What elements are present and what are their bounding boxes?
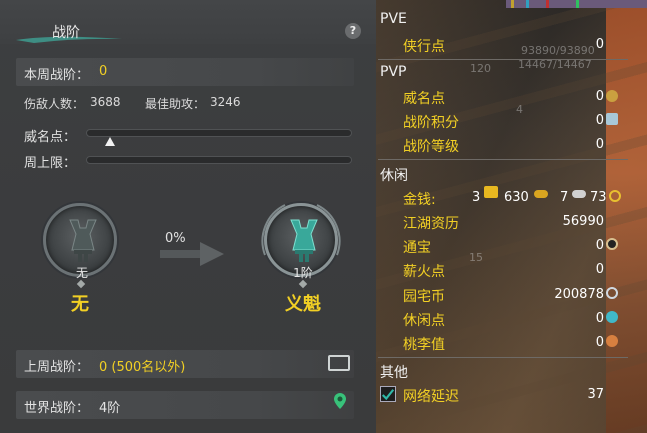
house-coin-icon: [606, 287, 618, 299]
coin-icon: [609, 190, 621, 202]
current-rank-caption: 无: [75, 266, 88, 280]
weekly-cap-label: 周上限：: [24, 156, 77, 171]
leisure-item-value: 0: [595, 262, 604, 277]
prestige-progress-track: [86, 129, 352, 137]
pvp-item-value: 0: [595, 113, 604, 128]
progress-arrow-icon: [160, 242, 224, 266]
leisure-item-label: 休闲点: [403, 313, 445, 329]
prestige-label: 威名点：: [24, 130, 77, 145]
pve-section-title: PVE: [380, 11, 407, 27]
pvp-item-label: 战阶等级: [403, 139, 459, 155]
leisure-item-value: 0: [595, 238, 604, 253]
reward-chest-icon[interactable]: [328, 355, 350, 371]
leisure-item-value: 0: [595, 311, 604, 326]
latency-value: 37: [587, 387, 604, 402]
leisure-section-title: 休闲: [380, 168, 408, 184]
kills-value: 3688: [90, 95, 121, 109]
pve-item-value: 0: [595, 37, 604, 52]
map-pin-icon[interactable]: [334, 393, 346, 409]
weekly-cap-progress-track: [86, 156, 352, 164]
prestige-currency-icon: [606, 90, 618, 102]
prestige-progress-marker: [104, 137, 115, 146]
pvp-item-label: 战阶积分: [403, 115, 459, 131]
section-divider: [378, 357, 628, 358]
rank-panel: 战阶 ? 本周战阶： 0 伤敌人数： 3688 最佳助攻： 3246 威名点： …: [0, 0, 376, 433]
panel-title: 战阶: [52, 25, 80, 41]
panel-header: 战阶 ?: [0, 0, 376, 44]
money-silver-value: 630: [504, 190, 529, 205]
leisure-item-value: 0: [595, 335, 604, 350]
pvp-item-label: 威名点: [403, 91, 445, 107]
best-assist-value: 3246: [210, 95, 241, 109]
checkmark-icon: [381, 389, 395, 401]
leisure-item-label: 桃李值: [403, 337, 445, 353]
leisure-point-icon: [606, 311, 618, 323]
leisure-item-value: 56990: [562, 214, 604, 229]
rank-score-icon: [606, 113, 618, 125]
last-week-rank-value: 0 (500名以外): [99, 360, 186, 375]
leisure-item-label: 通宝: [403, 240, 431, 256]
bg-num-4: 4: [516, 103, 523, 116]
latency-checkbox[interactable]: [380, 386, 396, 402]
pvp-item-value: 0: [595, 137, 604, 152]
tongbao-coin-icon: [606, 238, 618, 250]
leisure-item-label: 园宅币: [403, 289, 445, 305]
section-divider: [378, 159, 628, 160]
money-extra-value: 73: [590, 190, 607, 205]
copper-ingot-icon: [572, 190, 586, 198]
current-rank-icon: [69, 219, 97, 262]
money-copper-value: 7: [560, 190, 569, 205]
best-assist-label: 最佳助攻：: [145, 97, 206, 111]
gold-ingot-icon: [484, 186, 498, 198]
pvp-section-title: PVP: [380, 64, 407, 80]
currency-panel: 93890/93890 14467/14467 120 15 4 PVE 侠行点…: [376, 0, 647, 433]
weekly-rank-label: 本周战阶：: [24, 68, 90, 83]
last-week-rank-label: 上周战阶：: [24, 360, 90, 375]
leisure-item-value: 200878: [554, 287, 604, 302]
other-section-title: 其他: [380, 365, 408, 381]
bg-num-15: 15: [469, 251, 483, 264]
current-rank-name: 无: [71, 294, 89, 315]
money-gold-value: 3: [472, 190, 481, 205]
world-rank-value: 4阶: [99, 401, 121, 416]
world-rank-label: 世界战阶：: [24, 401, 90, 416]
kills-label: 伤敌人数：: [24, 97, 85, 111]
pve-item-label: 侠行点: [403, 39, 445, 55]
leisure-item-label: 江湖资历: [403, 216, 459, 232]
next-rank-caption: 1阶: [293, 266, 313, 280]
latency-label: 网络延迟: [403, 389, 459, 405]
top-status-strip: [506, 0, 647, 8]
pvp-item-value: 0: [595, 89, 604, 104]
current-rank-diamond: [76, 279, 86, 289]
help-button[interactable]: ?: [345, 23, 361, 39]
bg-level-text: 120: [470, 62, 491, 75]
silver-ingot-icon: [534, 190, 548, 198]
section-divider: [378, 59, 628, 60]
leisure-item-label: 薪火点: [403, 264, 445, 280]
weekly-rank-value: 0: [99, 64, 108, 79]
peach-icon: [606, 335, 618, 347]
next-rank-name: 义魁: [285, 294, 321, 315]
money-label: 金钱:: [403, 192, 436, 208]
